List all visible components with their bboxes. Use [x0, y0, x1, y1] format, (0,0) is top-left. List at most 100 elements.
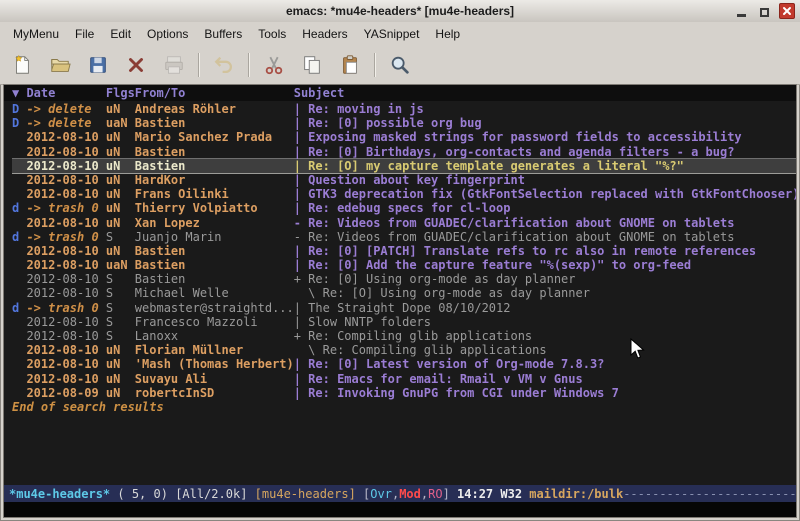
- message-mark: [12, 386, 26, 400]
- menu-help[interactable]: Help: [427, 24, 468, 44]
- menu-options[interactable]: Options: [139, 24, 196, 44]
- echo-area[interactable]: [4, 502, 796, 517]
- close-icon: [125, 54, 147, 76]
- message-flags: uN: [106, 201, 135, 215]
- message-row[interactable]: 2012-08-10uNXan Lopez- Re: Videos from G…: [12, 216, 796, 230]
- headers-header-line: ▼ Date Flgs From/To Subject: [4, 85, 796, 101]
- paste-button[interactable]: [336, 51, 364, 79]
- message-row[interactable]: d-> trash 0Swebmaster@straightd...| The …: [12, 301, 796, 315]
- message-flags: S: [106, 315, 135, 329]
- column-header-from[interactable]: From/To: [135, 85, 294, 101]
- message-row[interactable]: d-> trash 0uNThierry Volpiatto| Re: edeb…: [12, 201, 796, 215]
- minimize-button[interactable]: [733, 3, 749, 19]
- titlebar[interactable]: emacs: *mu4e-headers* [mu4e-headers]: [0, 0, 800, 23]
- message-from: Mario Sanchez Prada: [135, 130, 294, 144]
- close-button[interactable]: [122, 51, 150, 79]
- close-button[interactable]: [779, 3, 795, 19]
- modeline-segment: [mu4e-headers]: [255, 487, 363, 501]
- minimize-icon: [737, 14, 746, 17]
- message-row[interactable]: 2012-08-09uNrobertcInSD| Re: Invoking Gn…: [12, 386, 796, 400]
- column-header-flags[interactable]: Flgs: [106, 85, 135, 101]
- message-date: 2012-08-10: [26, 173, 105, 187]
- message-subject: \ Re: [O] Using org-mode as day planner: [294, 286, 796, 300]
- message-row[interactable]: 2012-08-10SMichael Welle \ Re: [O] Using…: [12, 286, 796, 300]
- modeline-segment: 14:27 W32: [457, 487, 529, 501]
- message-from: Bastien: [135, 116, 294, 130]
- open-file-button[interactable]: [46, 51, 74, 79]
- message-subject: | Re: [O] my capture template generates …: [294, 159, 796, 173]
- message-from: Xan Lopez: [135, 216, 294, 230]
- message-row[interactable]: d-> trash 0SJuanjo Marin- Re: Videos fro…: [12, 230, 796, 244]
- message-from: Michael Welle: [135, 286, 294, 300]
- message-flags: S: [106, 286, 135, 300]
- menu-yasnippet[interactable]: YASnippet: [356, 24, 428, 44]
- column-header-subject[interactable]: Subject: [294, 85, 796, 101]
- modeline-segment: maildir:/bulk: [529, 487, 623, 501]
- cut-button[interactable]: [260, 51, 288, 79]
- message-mark: [12, 357, 26, 371]
- print-icon: [163, 54, 185, 76]
- message-row[interactable]: 2012-08-10SFrancesco Mazzoli| Slow NNTP …: [12, 315, 796, 329]
- save-button[interactable]: [84, 51, 112, 79]
- modeline-segment: ,: [392, 487, 399, 501]
- message-row[interactable]: 2012-08-10uNBastien| Re: [0] Birthdays, …: [12, 145, 796, 159]
- message-date: -> delete: [26, 116, 105, 130]
- copy-button[interactable]: [298, 51, 326, 79]
- message-subject: | GTK3 deprecation fix (GtkFontSelection…: [294, 187, 796, 201]
- message-row[interactable]: 2012-08-10SLanoxx+ Re: Compiling glib ap…: [12, 329, 796, 343]
- message-flags: uN: [106, 145, 135, 159]
- message-flags: S: [106, 230, 135, 244]
- emacs-frame: ▼ Date Flgs From/To Subject D-> deleteuN…: [3, 84, 797, 518]
- message-from: Florian Müllner: [135, 343, 294, 357]
- message-date: 2012-08-10: [26, 372, 105, 386]
- column-header-date[interactable]: Date: [26, 85, 105, 101]
- modeline-segment: ,: [421, 487, 428, 501]
- copy-icon: [301, 54, 323, 76]
- message-mark: D: [12, 116, 26, 130]
- message-mark: [12, 329, 26, 343]
- search-button[interactable]: [386, 51, 414, 79]
- message-row[interactable]: 2012-08-10uNHardKor| Question about key …: [12, 173, 796, 187]
- menu-tools[interactable]: Tools: [250, 24, 294, 44]
- message-row[interactable]: 2012-08-10uaNBastien| Re: [0] Add the ca…: [12, 258, 796, 272]
- sort-direction-icon[interactable]: ▼: [12, 85, 26, 101]
- message-row[interactable]: 2012-08-10uNMario Sanchez Prada| Exposin…: [12, 130, 796, 144]
- message-from: Suvayu Ali: [135, 372, 294, 386]
- undo-button: [210, 51, 238, 79]
- message-row[interactable]: 2012-08-10uNFlorian Müllner \ Re: Compil…: [12, 343, 796, 357]
- message-row[interactable]: 2012-08-10uNSuvayu Ali| Re: Emacs for em…: [12, 372, 796, 386]
- message-date: 2012-08-10: [26, 315, 105, 329]
- menu-file[interactable]: File: [67, 24, 102, 44]
- menu-mymenu[interactable]: MyMenu: [5, 24, 67, 44]
- message-subject: | Re: [0] Add the capture feature "%(sex…: [294, 258, 796, 272]
- message-subject: | Re: Invoking GnuPG from CGI under Wind…: [294, 386, 796, 400]
- headers-buffer: D-> deleteuNAndreas Röhler| Re: moving i…: [4, 101, 796, 485]
- menu-edit[interactable]: Edit: [102, 24, 139, 44]
- maximize-button[interactable]: [756, 3, 772, 19]
- end-of-results: End of search results: [12, 400, 796, 414]
- menu-buffers[interactable]: Buffers: [196, 24, 250, 44]
- menu-bar: MyMenuFileEditOptionsBuffersToolsHeaders…: [0, 22, 800, 45]
- message-subject: | Re: [0] Birthdays, org-contacts and ag…: [294, 145, 796, 159]
- message-date: 2012-08-10: [26, 244, 105, 258]
- message-row[interactable]: 2012-08-10uNFrans Oilinki| GTK3 deprecat…: [12, 187, 796, 201]
- message-date: 2012-08-10: [26, 159, 105, 173]
- message-from: Bastien: [135, 244, 294, 258]
- toolbar: [0, 45, 800, 85]
- message-mark: [12, 130, 26, 144]
- message-row[interactable]: D-> deleteuNAndreas Röhler| Re: moving i…: [12, 102, 796, 116]
- modeline-segment: Ovr: [370, 487, 392, 501]
- menu-headers[interactable]: Headers: [294, 24, 355, 44]
- message-row[interactable]: 2012-08-10uNBastien| Re: [0] [PATCH] Tra…: [12, 244, 796, 258]
- message-flags: uN: [106, 386, 135, 400]
- message-row[interactable]: 2012-08-10SBastien+ Re: [0] Using org-mo…: [12, 272, 796, 286]
- message-from: Bastien: [135, 159, 294, 173]
- new-file-button[interactable]: [8, 51, 36, 79]
- message-subject: + Re: Compiling glib applications: [294, 329, 796, 343]
- message-row[interactable]: D-> deleteuaNBastien| Re: [0] possible o…: [12, 116, 796, 130]
- message-date: 2012-08-10: [26, 145, 105, 159]
- message-row[interactable]: 2012-08-10uN'Mash (Thomas Herbert)| Re: …: [12, 357, 796, 371]
- cut-icon: [263, 54, 285, 76]
- modeline-segment: ( 5, 0): [110, 487, 175, 501]
- message-row[interactable]: 2012-08-10uNBastien| Re: [O] my capture …: [12, 158, 796, 174]
